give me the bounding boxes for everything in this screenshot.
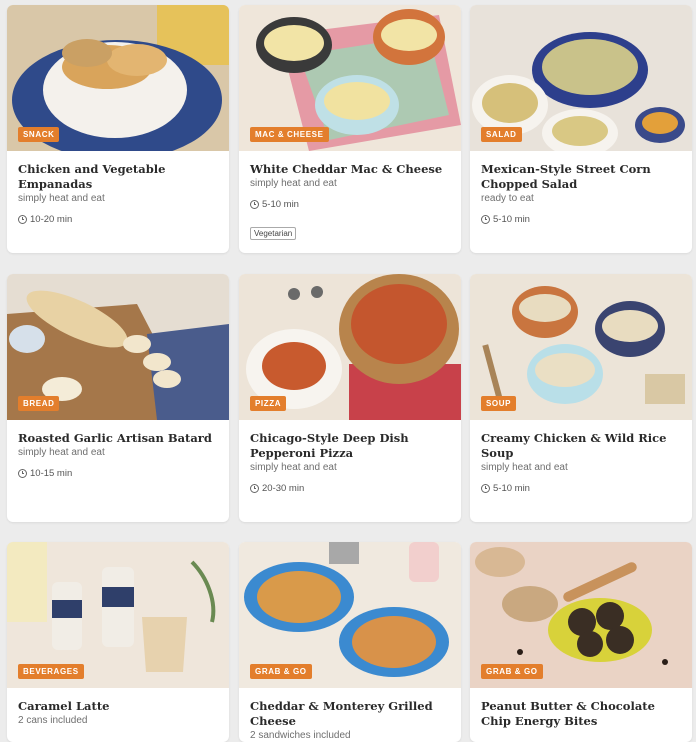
cook-time-label: 5-10 min	[493, 483, 530, 494]
product-title[interactable]: White Cheddar Mac & Cheese	[250, 162, 450, 177]
cook-time-label: 10-20 min	[30, 214, 73, 225]
product-image[interactable]: MAC & CHEESE	[239, 5, 461, 151]
product-subtitle: simply heat and eat	[250, 178, 337, 189]
clock-icon	[18, 215, 27, 224]
clock-icon	[18, 469, 27, 478]
product-card[interactable]: GRAB & GO Peanut Butter & Chocolate Chip…	[470, 542, 692, 742]
product-card[interactable]: PIZZA Chicago-Style Deep Dish Pepperoni …	[239, 274, 461, 522]
product-image[interactable]: BEVERAGES	[7, 542, 229, 688]
product-title[interactable]: Roasted Garlic Artisan Batard	[18, 431, 218, 446]
category-badge: BREAD	[18, 396, 60, 411]
cook-time: 20-30 min	[250, 483, 450, 494]
category-badge: PIZZA	[250, 396, 287, 411]
product-card[interactable]: GRAB & GO Cheddar & Monterey Grilled Che…	[239, 542, 461, 742]
category-badge: SOUP	[481, 396, 517, 411]
product-subtitle: 2 sandwiches included	[250, 730, 351, 741]
category-badge: GRAB & GO	[481, 664, 543, 679]
product-image[interactable]: BREAD	[7, 274, 229, 420]
product-title[interactable]: Caramel Latte	[18, 699, 218, 714]
clock-icon	[250, 484, 259, 493]
product-title[interactable]: Peanut Butter & Chocolate Chip Energy Bi…	[481, 699, 681, 729]
product-image[interactable]: GRAB & GO	[470, 542, 692, 688]
cook-time: 5-10 min	[481, 214, 681, 225]
product-subtitle: 2 cans included	[18, 715, 88, 726]
cook-time: 10-20 min	[18, 214, 218, 225]
clock-icon	[481, 484, 490, 493]
cook-time-label: 20-30 min	[262, 483, 305, 494]
category-badge: SALAD	[481, 127, 522, 142]
cook-time: 10-15 min	[18, 468, 218, 479]
clock-icon	[250, 200, 259, 209]
category-badge: MAC & CHEESE	[250, 127, 329, 142]
cook-time-label: 5-10 min	[493, 214, 530, 225]
product-image[interactable]: GRAB & GO	[239, 542, 461, 688]
product-image[interactable]: SALAD	[470, 5, 692, 151]
product-card[interactable]: BREAD Roasted Garlic Artisan Batard simp…	[7, 274, 229, 522]
product-grid: SNACK Chicken and Vegetable Empanadas si…	[0, 0, 696, 742]
product-card[interactable]: SOUP Creamy Chicken & Wild Rice Soup sim…	[470, 274, 692, 522]
cook-time: 5-10 min	[250, 199, 450, 210]
product-card[interactable]: BEVERAGES Caramel Latte 2 cans included	[7, 542, 229, 742]
product-image[interactable]: PIZZA	[239, 274, 461, 420]
product-title[interactable]: Chicken and Vegetable Empanadas	[18, 162, 218, 192]
cook-time-label: 10-15 min	[30, 468, 73, 479]
product-subtitle: ready to eat	[481, 193, 534, 204]
product-subtitle: simply heat and eat	[18, 447, 105, 458]
product-subtitle: simply heat and eat	[481, 462, 568, 473]
product-title[interactable]: Creamy Chicken & Wild Rice Soup	[481, 431, 681, 461]
clock-icon	[481, 215, 490, 224]
product-title[interactable]: Chicago-Style Deep Dish Pepperoni Pizza	[250, 431, 450, 461]
category-badge: BEVERAGES	[18, 664, 84, 679]
product-title[interactable]: Mexican-Style Street Corn Chopped Salad	[481, 162, 681, 192]
product-card[interactable]: SALAD Mexican-Style Street Corn Chopped …	[470, 5, 692, 253]
product-subtitle: simply heat and eat	[250, 462, 337, 473]
product-card[interactable]: MAC & CHEESE White Cheddar Mac & Cheese …	[239, 5, 461, 253]
product-title[interactable]: Cheddar & Monterey Grilled Cheese	[250, 699, 450, 729]
product-card[interactable]: SNACK Chicken and Vegetable Empanadas si…	[7, 5, 229, 253]
product-subtitle: simply heat and eat	[18, 193, 105, 204]
category-badge: GRAB & GO	[250, 664, 312, 679]
product-image[interactable]: SNACK	[7, 5, 229, 151]
category-badge: SNACK	[18, 127, 60, 142]
dietary-tag: Vegetarian	[250, 227, 297, 240]
product-image[interactable]: SOUP	[470, 274, 692, 420]
cook-time-label: 5-10 min	[262, 199, 299, 210]
cook-time: 5-10 min	[481, 483, 681, 494]
